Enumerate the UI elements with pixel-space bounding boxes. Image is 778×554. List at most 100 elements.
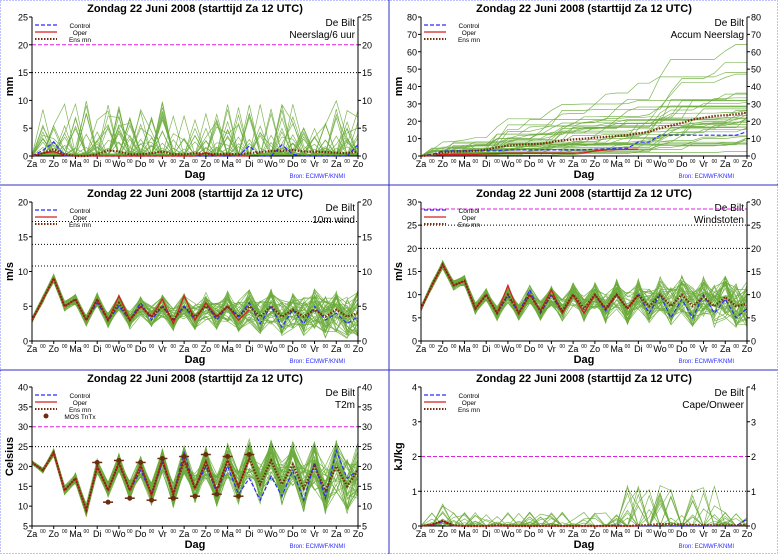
x-tick-label: Vr — [547, 344, 556, 354]
legend-label: Control — [70, 393, 92, 400]
x-minor-tick-label: 00 — [40, 159, 46, 165]
x-minor-tick-label: 00 — [516, 344, 522, 350]
x-minor-tick-label: 00 — [668, 159, 674, 165]
x-minor-tick-label: 00 — [429, 159, 435, 165]
x-tick-label: Za — [27, 344, 38, 354]
y-tick-label-left: 20 — [407, 244, 417, 254]
x-tick-label: Vr — [547, 529, 556, 539]
y-tick-label-left: 20 — [18, 40, 28, 50]
x-tick-label: Wo — [653, 529, 666, 539]
y-tick-label-right: 15 — [362, 232, 372, 242]
x-tick-label: Za — [720, 344, 731, 354]
x-minor-tick-label: 00 — [84, 159, 90, 165]
chart-title: Zondag 22 Juni 2008 (starttijd Za 12 UTC… — [476, 373, 692, 385]
x-tick-label: Zo — [48, 529, 59, 539]
y-tick-label-right: 10 — [362, 502, 372, 512]
y-tick-label-right: 25 — [751, 221, 761, 231]
x-minor-tick-label: 00 — [559, 159, 565, 165]
y-tick-label-left: 20 — [407, 117, 417, 127]
x-minor-tick-label: 00 — [494, 529, 500, 535]
mos-point — [127, 495, 133, 501]
x-minor-tick-label: 00 — [559, 529, 565, 535]
x-tick-label: Zo — [590, 159, 601, 169]
y-tick-label-left: 5 — [23, 302, 28, 312]
y-tick-label-right: 80 — [751, 13, 761, 23]
x-tick-label: Vr — [699, 529, 708, 539]
y-tick-label-left: 2 — [412, 452, 417, 462]
x-axis-label: Dag — [185, 539, 206, 551]
y-tick-label-right: 5 — [362, 302, 367, 312]
y-tick-label-left: 60 — [407, 47, 417, 57]
x-tick-label: Za — [568, 159, 579, 169]
x-tick-label: Do — [287, 344, 299, 354]
legend-label: Oper — [73, 30, 88, 37]
x-minor-tick-label: 00 — [170, 529, 176, 535]
x-tick-label: Za — [416, 529, 427, 539]
x-minor-tick-label: 00 — [603, 344, 609, 350]
x-minor-tick-label: 00 — [559, 344, 565, 350]
x-tick-label: Za — [568, 529, 579, 539]
x-tick-label: Di — [93, 159, 102, 169]
x-tick-label: Vr — [158, 344, 167, 354]
x-tick-label: Wo — [501, 344, 514, 354]
x-tick-label: Do — [524, 344, 536, 354]
x-tick-label: Wo — [112, 344, 125, 354]
x-tick-label: Do — [676, 159, 688, 169]
x-tick-label: Za — [331, 529, 342, 539]
y-tick-label-right: 20 — [751, 244, 761, 254]
legend-label: Control — [459, 208, 481, 215]
legend-label: Oper — [462, 400, 477, 407]
x-minor-tick-label: 00 — [149, 529, 155, 535]
x-tick-label: Zo — [353, 159, 364, 169]
x-minor-tick-label: 00 — [214, 159, 220, 165]
y-tick-label-right: 30 — [751, 198, 761, 208]
x-tick-label: Ma — [221, 529, 234, 539]
x-tick-label: Zo — [201, 529, 212, 539]
x-minor-tick-label: 00 — [301, 529, 307, 535]
x-tick-label: Za — [416, 344, 427, 354]
y-tick-label-right: 10 — [362, 96, 372, 106]
x-minor-tick-label: 00 — [170, 344, 176, 350]
x-tick-label: Zo — [353, 529, 364, 539]
x-tick-label: Vr — [310, 344, 319, 354]
x-minor-tick-label: 00 — [690, 529, 696, 535]
x-tick-label: Zo — [353, 344, 364, 354]
chart-title: Zondag 22 Juni 2008 (starttijd Za 12 UTC… — [87, 373, 303, 385]
legend-label: Oper — [73, 400, 88, 407]
x-tick-label: Di — [482, 529, 491, 539]
y-tick-label-left: 5 — [412, 313, 417, 323]
x-minor-tick-label: 00 — [625, 344, 631, 350]
y-tick-label-right: 40 — [362, 383, 372, 393]
x-tick-label: Ma — [69, 344, 82, 354]
source-label: Bron: ECMWF/KNMI — [679, 544, 735, 550]
x-minor-tick-label: 00 — [214, 529, 220, 535]
x-minor-tick-label: 00 — [62, 344, 68, 350]
x-axis-label: Dag — [574, 354, 595, 366]
x-minor-tick-label: 00 — [646, 529, 652, 535]
x-minor-tick-label: 00 — [149, 159, 155, 165]
x-minor-tick-label: 00 — [625, 529, 631, 535]
y-tick-label-right: 10 — [751, 134, 761, 144]
variable-label: Accum Neerslag — [671, 30, 744, 41]
y-tick-label-left: 20 — [18, 198, 28, 208]
x-minor-tick-label: 00 — [538, 529, 544, 535]
mos-point — [203, 452, 209, 458]
x-tick-label: Vr — [158, 159, 167, 169]
y-tick-label-right: 15 — [362, 68, 372, 78]
x-tick-label: Ma — [610, 529, 623, 539]
x-tick-label: Wo — [112, 159, 125, 169]
x-minor-tick-label: 00 — [429, 529, 435, 535]
mos-point — [105, 499, 111, 505]
chart-title: Zondag 22 Juni 2008 (starttijd Za 12 UTC… — [87, 3, 303, 15]
y-tick-label-left: 10 — [18, 96, 28, 106]
x-minor-tick-label: 00 — [279, 529, 285, 535]
location-label: De Bilt — [715, 388, 745, 399]
x-minor-tick-label: 00 — [494, 159, 500, 165]
y-tick-label-right: 4 — [751, 383, 756, 393]
x-minor-tick-label: 00 — [323, 159, 329, 165]
x-tick-label: Di — [245, 529, 254, 539]
y-tick-label-left: 15 — [18, 232, 28, 242]
variable-label: Cape/Onweer — [682, 400, 744, 411]
x-tick-label: Do — [524, 159, 536, 169]
x-tick-label: Di — [634, 159, 643, 169]
